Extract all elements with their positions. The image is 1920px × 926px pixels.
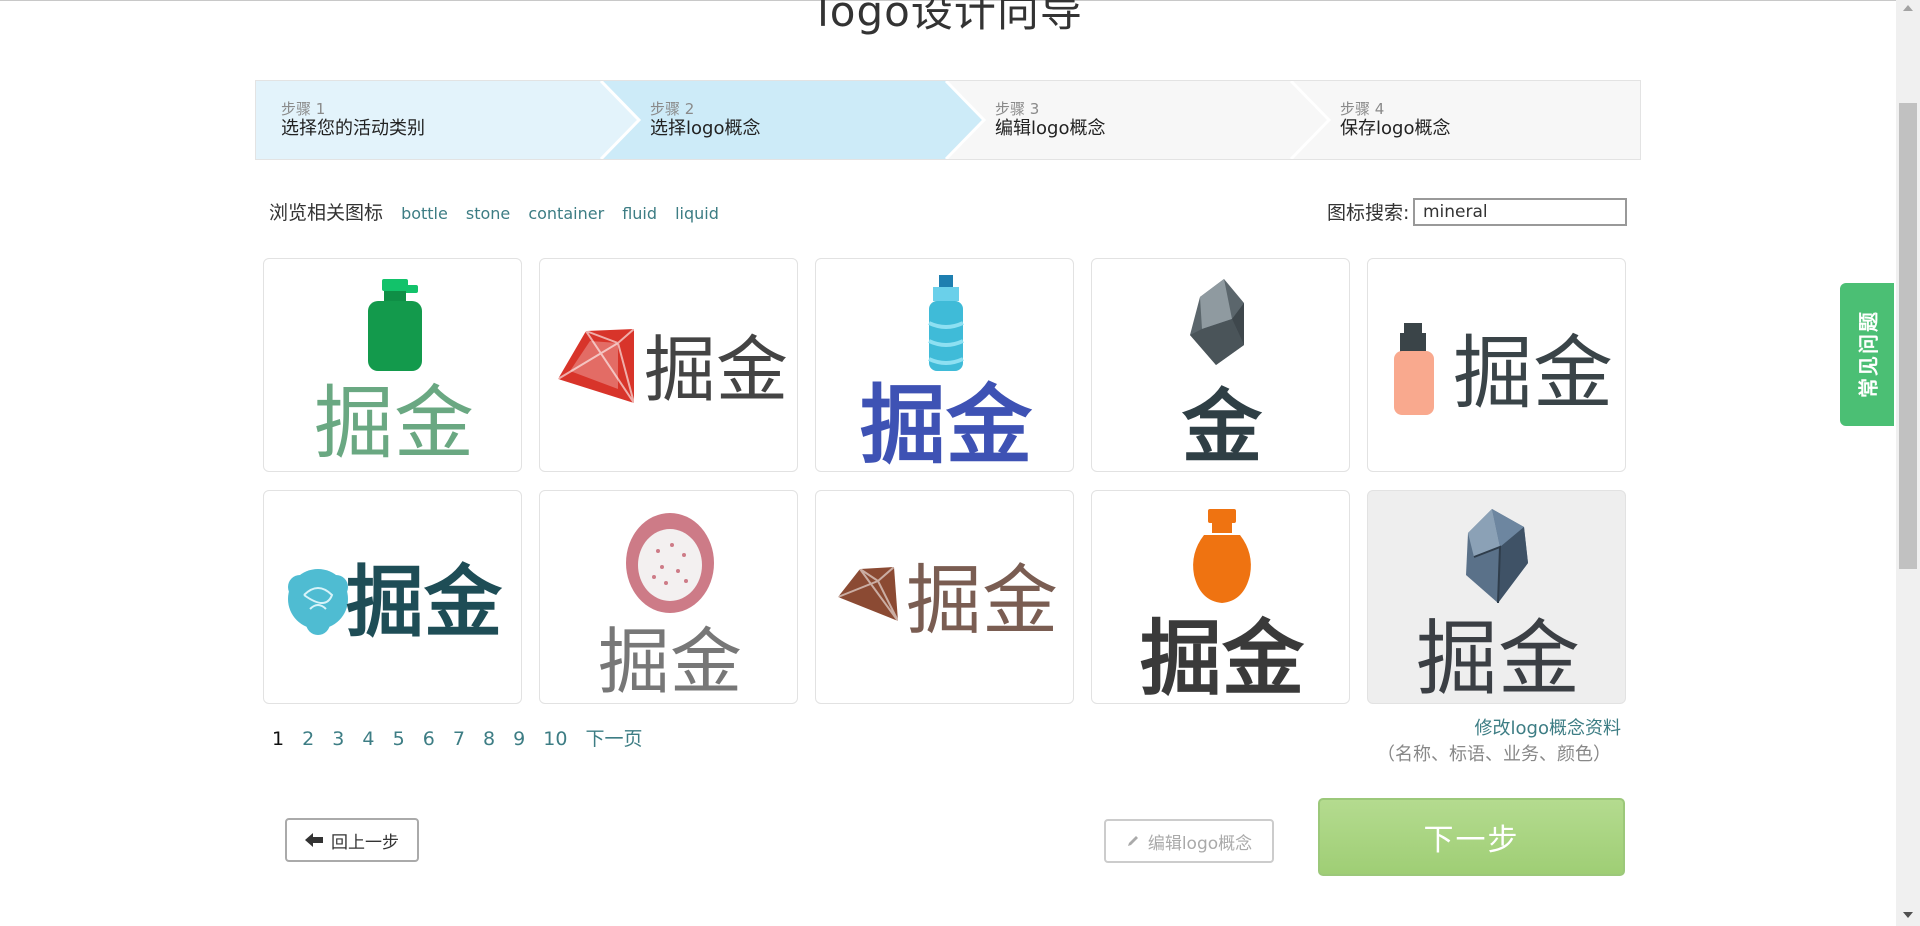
logo-text: 掘金: [1453, 327, 1613, 420]
scroll-thumb[interactable]: [1899, 103, 1917, 569]
step-2-number: 步骤 2: [650, 100, 695, 118]
edit-concept-info-link[interactable]: 修改logo概念资料: [1475, 714, 1621, 740]
page-link-6[interactable]: 6: [423, 728, 435, 750]
related-icons-label: 浏览相关图标: [269, 202, 384, 224]
logo-text: 掘金: [1416, 612, 1580, 704]
page-link-5[interactable]: 5: [393, 728, 405, 750]
step-2-label: 选择logo概念: [650, 118, 761, 139]
logo-text: 掘金: [598, 620, 742, 704]
scroll-down-arrow[interactable]: [1903, 912, 1913, 918]
orange-jar-icon: 掘金: [1140, 509, 1305, 704]
logo-card[interactable]: 掘金: [263, 258, 522, 472]
logo-card[interactable]: 掘金: [539, 258, 798, 472]
next-step-button[interactable]: 下一步: [1318, 798, 1625, 876]
scroll-up-arrow[interactable]: [1903, 5, 1913, 11]
page-title: logo设计向导: [817, 0, 1083, 36]
step-3-label: 编辑logo概念: [995, 118, 1106, 139]
arrow-left-icon: [305, 833, 323, 847]
page-link-10[interactable]: 10: [543, 728, 567, 750]
logo-text: 掘金: [346, 558, 503, 648]
pagination: 1 2 3 4 5 6 7 8 9 10 下一页: [272, 724, 655, 751]
step-4-label: 保存logo概念: [1340, 118, 1451, 139]
step-4[interactable]: 步骤 4 保存logo概念: [1340, 100, 1450, 140]
peach-pump-bottle-icon: 掘金: [1394, 323, 1613, 420]
page-link-2[interactable]: 2: [302, 728, 314, 750]
logo-card[interactable]: 掘金: [1367, 258, 1626, 472]
grey-rock-icon: 金: [1181, 279, 1263, 472]
logo-card[interactable]: 掘金: [539, 490, 798, 704]
brown-gem-icon: 掘金: [837, 556, 1058, 645]
step-1-label: 选择您的活动类别: [281, 118, 425, 139]
wizard-steps: 步骤 1 选择您的活动类别 步骤 2 选择logo概念 步骤 3 编辑logo概…: [255, 80, 1641, 160]
tag-link-fluid[interactable]: fluid: [622, 204, 657, 223]
page-link-1[interactable]: 1: [272, 728, 284, 750]
tag-link-liquid[interactable]: liquid: [675, 204, 719, 223]
red-gem-icon: 掘金: [557, 328, 788, 412]
logo-card-selected[interactable]: 掘金: [1367, 490, 1626, 704]
edit-concept-button-label: 编辑logo概念: [1147, 833, 1253, 854]
page-link-4[interactable]: 4: [362, 728, 374, 750]
back-button-label: 回上一步: [331, 832, 399, 853]
logo-text: 掘金: [644, 328, 788, 412]
dragon-fruit-icon: 掘金: [598, 513, 742, 704]
page-link-7[interactable]: 7: [453, 728, 465, 750]
step-2[interactable]: 步骤 2 选择logo概念: [650, 100, 760, 140]
tag-link-stone[interactable]: stone: [466, 204, 510, 223]
back-button[interactable]: 回上一步: [285, 818, 419, 862]
logo-text: 掘金: [906, 556, 1058, 645]
logo-card[interactable]: 掘金: [815, 258, 1074, 472]
blue-flower-icon: 掘金: [288, 558, 503, 648]
edit-concept-button[interactable]: 编辑logo概念: [1104, 819, 1274, 863]
tag-link-container[interactable]: container: [528, 204, 604, 223]
logo-card[interactable]: 掘金: [815, 490, 1074, 704]
water-bottle-icon: 掘金: [860, 275, 1033, 472]
blue-grey-rock-icon: 掘金: [1416, 509, 1580, 704]
step-3-number: 步骤 3: [995, 100, 1040, 118]
icon-search-input[interactable]: [1413, 198, 1627, 226]
pencil-icon: [1127, 836, 1138, 846]
logo-card[interactable]: 掘金: [1091, 490, 1350, 704]
pump-bottle-icon: 掘金: [314, 279, 474, 470]
logo-text: 掘金: [860, 376, 1033, 472]
next-page-link[interactable]: 下一页: [586, 724, 643, 751]
logo-text: 掘金: [1140, 612, 1305, 704]
step-4-number: 步骤 4: [1340, 100, 1385, 118]
logo-text: 金: [1181, 381, 1263, 472]
page-link-8[interactable]: 8: [483, 728, 495, 750]
page-link-9[interactable]: 9: [513, 728, 525, 750]
icon-search-label: 图标搜索:: [1327, 202, 1410, 224]
faq-side-tab[interactable]: 常见问题: [1840, 283, 1894, 426]
logo-text: 掘金: [314, 377, 474, 470]
logo-card[interactable]: 掘金: [263, 490, 522, 704]
edit-concept-info-hint: （名称、标语、业务、颜色）: [1377, 744, 1611, 765]
tag-link-bottle[interactable]: bottle: [401, 204, 448, 223]
step-divider: [1289, 81, 1332, 159]
page-link-3[interactable]: 3: [332, 728, 344, 750]
page-scrollbar[interactable]: [1896, 0, 1920, 926]
faq-label: 常见问题: [1856, 310, 1881, 398]
step-1-number: 步骤 1: [281, 100, 326, 118]
logo-card[interactable]: 金: [1091, 258, 1350, 472]
step-3[interactable]: 步骤 3 编辑logo概念: [995, 100, 1105, 140]
step-1[interactable]: 步骤 1 选择您的活动类别: [281, 100, 425, 140]
related-icons-bar: 浏览相关图标 bottle stone container fluid liqu…: [269, 198, 719, 225]
